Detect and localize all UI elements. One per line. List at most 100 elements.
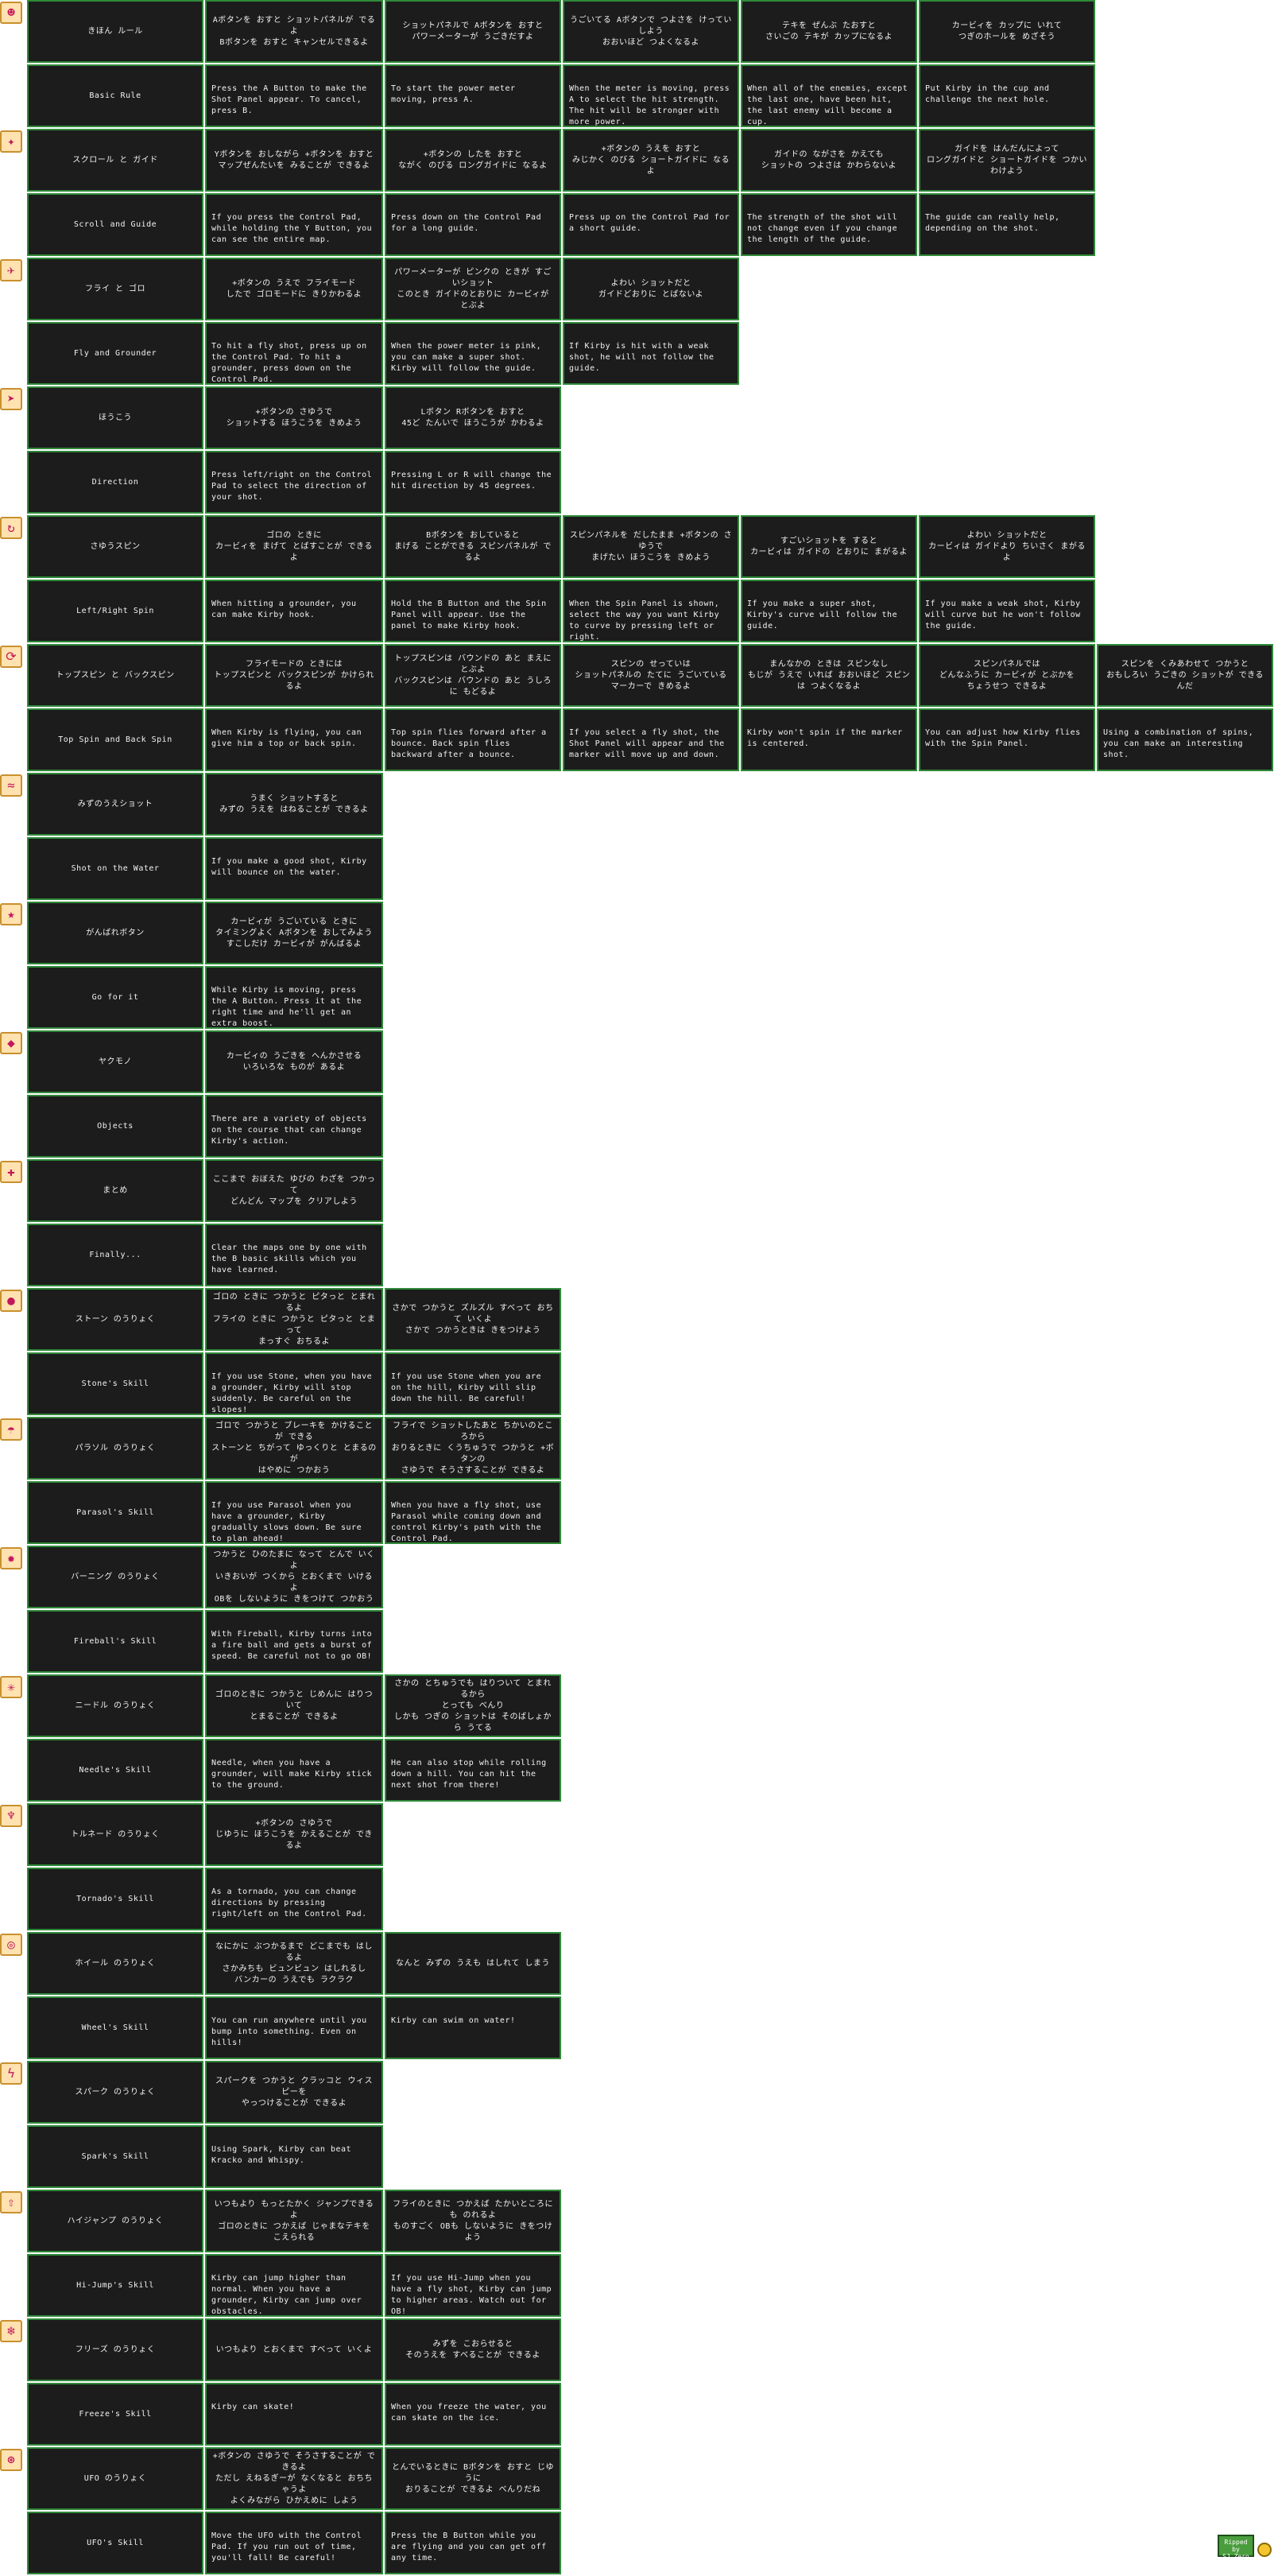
section-title-jp: パラソル のうりょく xyxy=(27,1417,203,1480)
tip-en-cell: Kirby can jump higher than normal. When … xyxy=(205,2254,383,2317)
tip-en-cell: You can adjust how Kirby flies with the … xyxy=(919,708,1095,771)
tip-en-text: When all of the enemies, except the last… xyxy=(747,84,908,126)
tip-en-cell: If Kirby is hit with a weak shot, he wil… xyxy=(563,322,739,385)
tip-jp-text: すごいショットを すると カービィは ガイドの とおりに まがるよ xyxy=(750,536,908,557)
tip-en-cell: If you use Stone when you are on the hil… xyxy=(385,1352,561,1415)
tip-en-cell: When the meter is moving, press A to sel… xyxy=(563,64,739,127)
tip-jp-text: よわい ショットだと ガイドどおりに とばないよ xyxy=(598,278,704,299)
tip-jp-text: ガイドの ながさを かえても ショットの つよさは かわらないよ xyxy=(761,149,897,170)
tip-jp-text: みずを こおらせると そのうえを すべることが できるよ xyxy=(405,2339,540,2360)
tip-jp-text: カービィの うごきを へんかさせる いろいろな ものが あるよ xyxy=(226,1051,362,1072)
section-title-en: Finally... xyxy=(27,1224,203,1286)
tip-jp-text: うまく ショットすると みずの うえを はねることが できるよ xyxy=(219,793,369,814)
tip-en-cell: If you press the Control Pad, while hold… xyxy=(205,193,383,256)
tip-en-text: Top spin flies forward after a bounce. B… xyxy=(391,728,547,759)
section-title-jp-text: みずのうえショット xyxy=(77,799,153,809)
tip-en-cell: Needle, when you have a grounder, will m… xyxy=(205,1739,383,1802)
section-title-jp: UFO のうりょく xyxy=(27,2447,203,2510)
tip-en-cell: When you freeze the water, you can skate… xyxy=(385,2383,561,2446)
tip-en-text: If Kirby is hit with a weak shot, he wil… xyxy=(569,342,715,373)
section-title-en: Left/Right Spin xyxy=(27,580,203,642)
tip-en-text: You can run anywhere until you bump into… xyxy=(211,2016,367,2047)
section-title-jp-text: がんばれボタン xyxy=(86,928,145,937)
tip-jp-cell: さかで つかうと ズルズル すべって おちて いくよ さかで つかうときは きを… xyxy=(385,1288,561,1351)
tip-jp-text: フライで ショットしたあと ちかいのところから おりるときに くうちゅうで つか… xyxy=(391,1421,555,1475)
tip-en-text: If you use Parasol when you have a groun… xyxy=(211,1501,362,1543)
section-title-en-text: UFO's Skill xyxy=(87,2538,144,2547)
tip-jp-text: フライのときに つかえば たかいところにも のれるよ ものすごく OBも しない… xyxy=(392,2199,554,2242)
section-title-en-text: Basic Rule xyxy=(89,91,141,100)
tip-jp-text: +ボタンの うえを おすと みじかく のびる ショートガイドに なるよ xyxy=(571,144,730,176)
ripped-by-badge: Ripped by SJ Zero xyxy=(1218,2535,1254,2560)
tip-jp-cell: Yボタンを おしながら +ボタンを おすと マップぜんたいを みることが できる… xyxy=(205,129,383,192)
wheel-icon: ◎ xyxy=(0,1934,22,1956)
section-title-en-text: Wheel's Skill xyxy=(81,2023,149,2032)
tip-jp-text: テキを ぜんぶ たおすと さいごの テキが カップになるよ xyxy=(765,21,893,41)
tip-en-text: Kirby can jump higher than normal. When … xyxy=(211,2274,362,2316)
tip-jp-cell: テキを ぜんぶ たおすと さいごの テキが カップになるよ xyxy=(741,0,917,63)
tip-en-cell: Kirby won't spin if the marker is center… xyxy=(741,708,917,771)
tip-jp-text: まんなかの ときは スピンなし もじが うえで いれば おおいほど スピンは つ… xyxy=(747,659,911,691)
tip-jp-text: ここまで おぼえた ゆびの わざを つかって どんどん マップを クリアしよう xyxy=(212,1174,376,1206)
tip-jp-text: ガイドを はんだんによって ロングガイドと ショートガイドを つかいわけよう xyxy=(926,144,1088,176)
tip-en-text: Clear the maps one by one with the B bas… xyxy=(211,1243,367,1274)
tip-jp-cell: スピンを くみあわせて つかうと おもしろい うごきの ショットが できるんだ xyxy=(1097,644,1273,707)
tip-jp-cell: ショットパネルで Aボタンを おすと パワーメーターが うごきだすよ xyxy=(385,0,561,63)
tip-jp-cell: +ボタンの うえを おすと みじかく のびる ショートガイドに なるよ xyxy=(563,129,739,192)
tip-en-text: As a tornado, you can change directions … xyxy=(211,1887,367,1918)
tip-en-text: If you select a fly shot, the Shot Panel… xyxy=(569,728,725,759)
tip-en-text: If you make a super shot, Kirby's curve … xyxy=(747,599,898,630)
water-icon: ≈ xyxy=(0,774,22,797)
section-title-jp: ヤクモノ xyxy=(27,1030,203,1093)
sprite-sheet: ☻ きほん ルール Basic Rule Aボタンを おすと ショットパネルが でるよ… xyxy=(0,0,1278,2576)
tip-jp-cell: カービィを カップに いれて つぎのホールを めざそう xyxy=(919,0,1095,63)
tip-en-text: Kirby can swim on water! xyxy=(391,2016,516,2025)
section-title-en-text: Direction xyxy=(91,477,139,487)
tip-jp-cell: +ボタンの さゆうで そうさすることが できるよ ただし えねるぎーが なくなる… xyxy=(205,2447,383,2510)
summary-icon: ✚ xyxy=(0,1161,22,1183)
tip-en-cell: Hold the B Button and the Spin Panel wil… xyxy=(385,580,561,642)
tip-en-cell: Kirby can skate! xyxy=(205,2383,383,2446)
section-title-jp-text: まとめ xyxy=(103,1185,128,1195)
tip-en-cell: With Fireball, Kirby turns into a fire b… xyxy=(205,1610,383,1673)
tip-en-text: When the Spin Panel is shown, select the… xyxy=(569,599,720,642)
tip-en-cell: The strength of the shot will not change… xyxy=(741,193,917,256)
tip-jp-cell: +ボタンの さゆうで じゆうに ほうこうを かえることが できるよ xyxy=(205,1803,383,1866)
tip-jp-text: ショットパネルで Aボタンを おすと パワーメーターが うごきだすよ xyxy=(402,21,544,41)
tip-en-text: If you use Hi-Jump when you have a fly s… xyxy=(391,2274,552,2316)
tip-jp-cell: ガイドの ながさを かえても ショットの つよさは かわらないよ xyxy=(741,129,917,192)
section-title-en: Shot on the Water xyxy=(27,837,203,900)
tip-en-text: Using a combination of spins, you can ma… xyxy=(1103,728,1254,759)
tip-en-cell: Press left/right on the Control Pad to s… xyxy=(205,451,383,514)
section-title-jp: スパーク のうりょく xyxy=(27,2061,203,2124)
tip-jp-cell: フライで ショットしたあと ちかいのところから おりるときに くうちゅうで つか… xyxy=(385,1417,561,1480)
section-title-jp: ハイジャンプ のうりょく xyxy=(27,2190,203,2252)
tip-en-text: He can also stop while rolling down a hi… xyxy=(391,1759,547,1790)
section-title-en-text: Freeze's Skill xyxy=(79,2409,152,2419)
section-title-jp-text: ホイール のうりょく xyxy=(75,1958,156,1968)
tip-jp-cell: すごいショットを すると カービィは ガイドの とおりに まがるよ xyxy=(741,515,917,578)
tip-jp-cell: スピンパネルを だしたまま +ボタンの さゆうで まげたい ほうこうを きめよう xyxy=(563,515,739,578)
tip-jp-text: ゴロのときに つかうと じめんに はりついて とまることが できるよ xyxy=(215,1690,374,1721)
tip-jp-text: ゴロの ときに つかうと ピタっと とまれるよ フライの ときに つかうと ピタ… xyxy=(212,1292,376,1346)
tip-jp-cell: スピンパネルでは どんなふうに カービィが とぶかを ちょうせつ できるよ xyxy=(919,644,1095,707)
tip-jp-text: スピンの せっていは ショットパネルの たてに うごいている マーカーで きめる… xyxy=(575,659,727,691)
tip-jp-text: スピンパネルでは どんなふうに カービィが とぶかを ちょうせつ できるよ xyxy=(939,659,1075,691)
ripped-by-line2: SJ Zero xyxy=(1222,2553,1249,2560)
tip-jp-cell: パワーメーターが ピンクの ときが すごいショット このとき ガイドのとおりに … xyxy=(385,258,561,320)
tip-en-text: Kirby won't spin if the marker is center… xyxy=(747,728,903,748)
section-title-jp: ホイール のうりょく xyxy=(27,1932,203,1995)
tip-en-cell: Press up on the Control Pad for a short … xyxy=(563,193,739,256)
tip-jp-text: +ボタンの したを おすと ながく のびる ロングガイドに なるよ xyxy=(398,149,548,170)
tip-en-cell: If you select a fly shot, the Shot Panel… xyxy=(563,708,739,771)
fire-icon: ✹ xyxy=(0,1547,22,1569)
tip-en-cell: If you use Stone, when you have a ground… xyxy=(205,1352,383,1415)
section-title-en-text: Needle's Skill xyxy=(79,1765,152,1775)
tip-en-text: Pressing L or R will change the hit dire… xyxy=(391,471,552,491)
section-title-jp-text: ハイジャンプ のうりょく xyxy=(67,2216,164,2225)
tip-jp-text: よわい ショットだと カービィは ガイドより ちいさく まがるよ xyxy=(928,530,1086,562)
section-title-jp-text: フライ と ゴロ xyxy=(84,284,146,293)
tip-jp-cell: +ボタンの うえで フライモード したで ゴロモードに きりかわるよ xyxy=(205,258,383,320)
tip-en-cell: If you use Hi-Jump when you have a fly s… xyxy=(385,2254,561,2317)
section-title-jp: がんばれボタン xyxy=(27,902,203,964)
